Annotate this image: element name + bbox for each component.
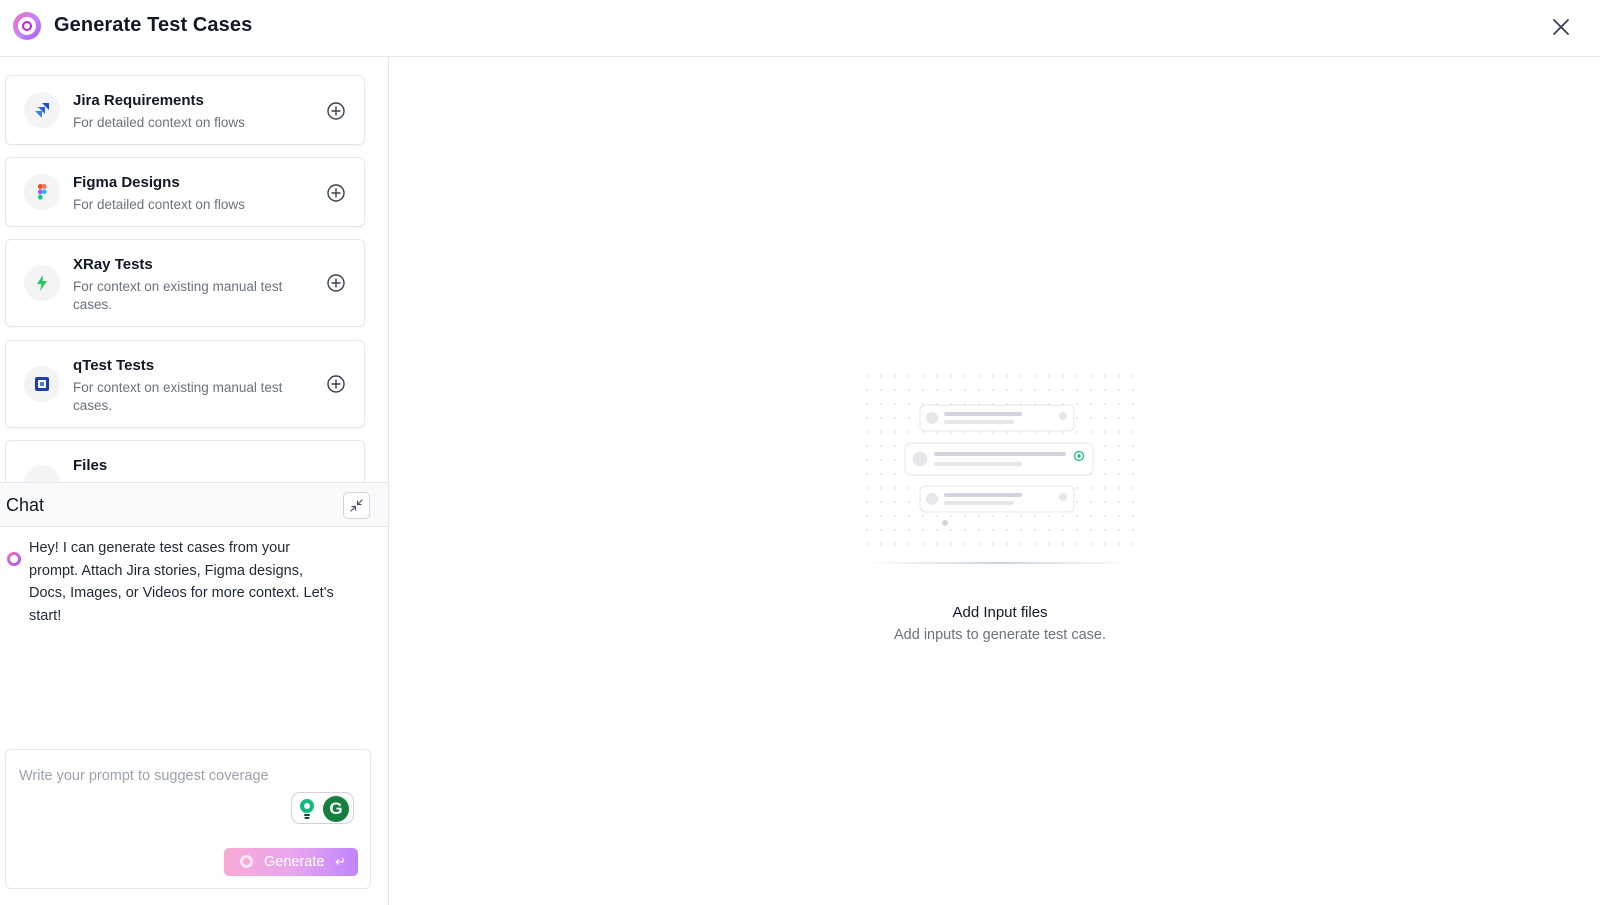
prompt-box: G Generate ↵ (5, 749, 371, 889)
source-card-qtest[interactable]: qTest Tests For context on existing manu… (5, 340, 365, 428)
source-card-jira[interactable]: Jira Requirements For detailed context o… (5, 75, 365, 145)
bot-message: Hey! I can generate test cases from your… (29, 540, 334, 624)
source-title: XRay Tests (73, 256, 153, 273)
generate-logo-icon (240, 855, 253, 868)
page-title: Generate Test Cases (54, 14, 253, 36)
collapse-chat-button[interactable] (343, 492, 370, 519)
source-card-xray[interactable]: XRay Tests For context on existing manua… (5, 239, 365, 327)
bot-avatar-icon (7, 552, 21, 566)
add-circle-icon[interactable] (326, 273, 346, 293)
jira-icon (24, 92, 60, 128)
xray-icon (24, 265, 60, 301)
source-card-figma[interactable]: Figma Designs For detailed context on fl… (5, 157, 365, 227)
lightbulb-icon[interactable] (296, 797, 318, 821)
chat-title: Chat (6, 495, 45, 515)
source-title: Jira Requirements (73, 92, 204, 109)
empty-state-title: Add Input files (952, 604, 1048, 621)
generate-label: Generate (264, 854, 325, 870)
add-circle-icon[interactable] (326, 374, 346, 394)
app-logo-icon (13, 12, 41, 40)
chat-header: Chat (0, 482, 388, 527)
source-description: For context on existing manual test case… (73, 279, 283, 312)
grammarly-icon[interactable]: G (323, 796, 349, 822)
add-circle-icon[interactable] (326, 183, 346, 203)
top-header: Generate Test Cases (0, 0, 1600, 57)
close-icon (1553, 19, 1569, 35)
empty-state-subtitle: Add inputs to generate test case. (894, 627, 1106, 643)
source-description: For detailed context on flows (73, 197, 245, 212)
generate-button[interactable]: Generate ↵ (224, 848, 358, 876)
figma-icon (24, 174, 60, 210)
empty-state-illustration (865, 370, 1135, 564)
collapse-icon (350, 499, 363, 512)
source-card-files[interactable]: Files (5, 440, 365, 482)
source-description: For context on existing manual test case… (73, 380, 283, 413)
writing-tools: G (291, 792, 354, 824)
prompt-input[interactable] (19, 764, 349, 788)
close-button[interactable] (1548, 14, 1574, 40)
files-icon (24, 465, 60, 482)
add-circle-icon[interactable] (326, 101, 346, 121)
source-title: Files (73, 457, 108, 474)
enter-key-icon: ↵ (335, 854, 346, 869)
qtest-icon (24, 366, 60, 402)
source-description: For detailed context on flows (73, 115, 245, 130)
empty-state: Add Input files Add inputs to generate t… (840, 360, 1160, 643)
source-title: Figma Designs (73, 174, 180, 191)
input-sources-list: Jira Requirements For detailed context o… (0, 57, 388, 482)
source-title: qTest Tests (73, 357, 155, 374)
